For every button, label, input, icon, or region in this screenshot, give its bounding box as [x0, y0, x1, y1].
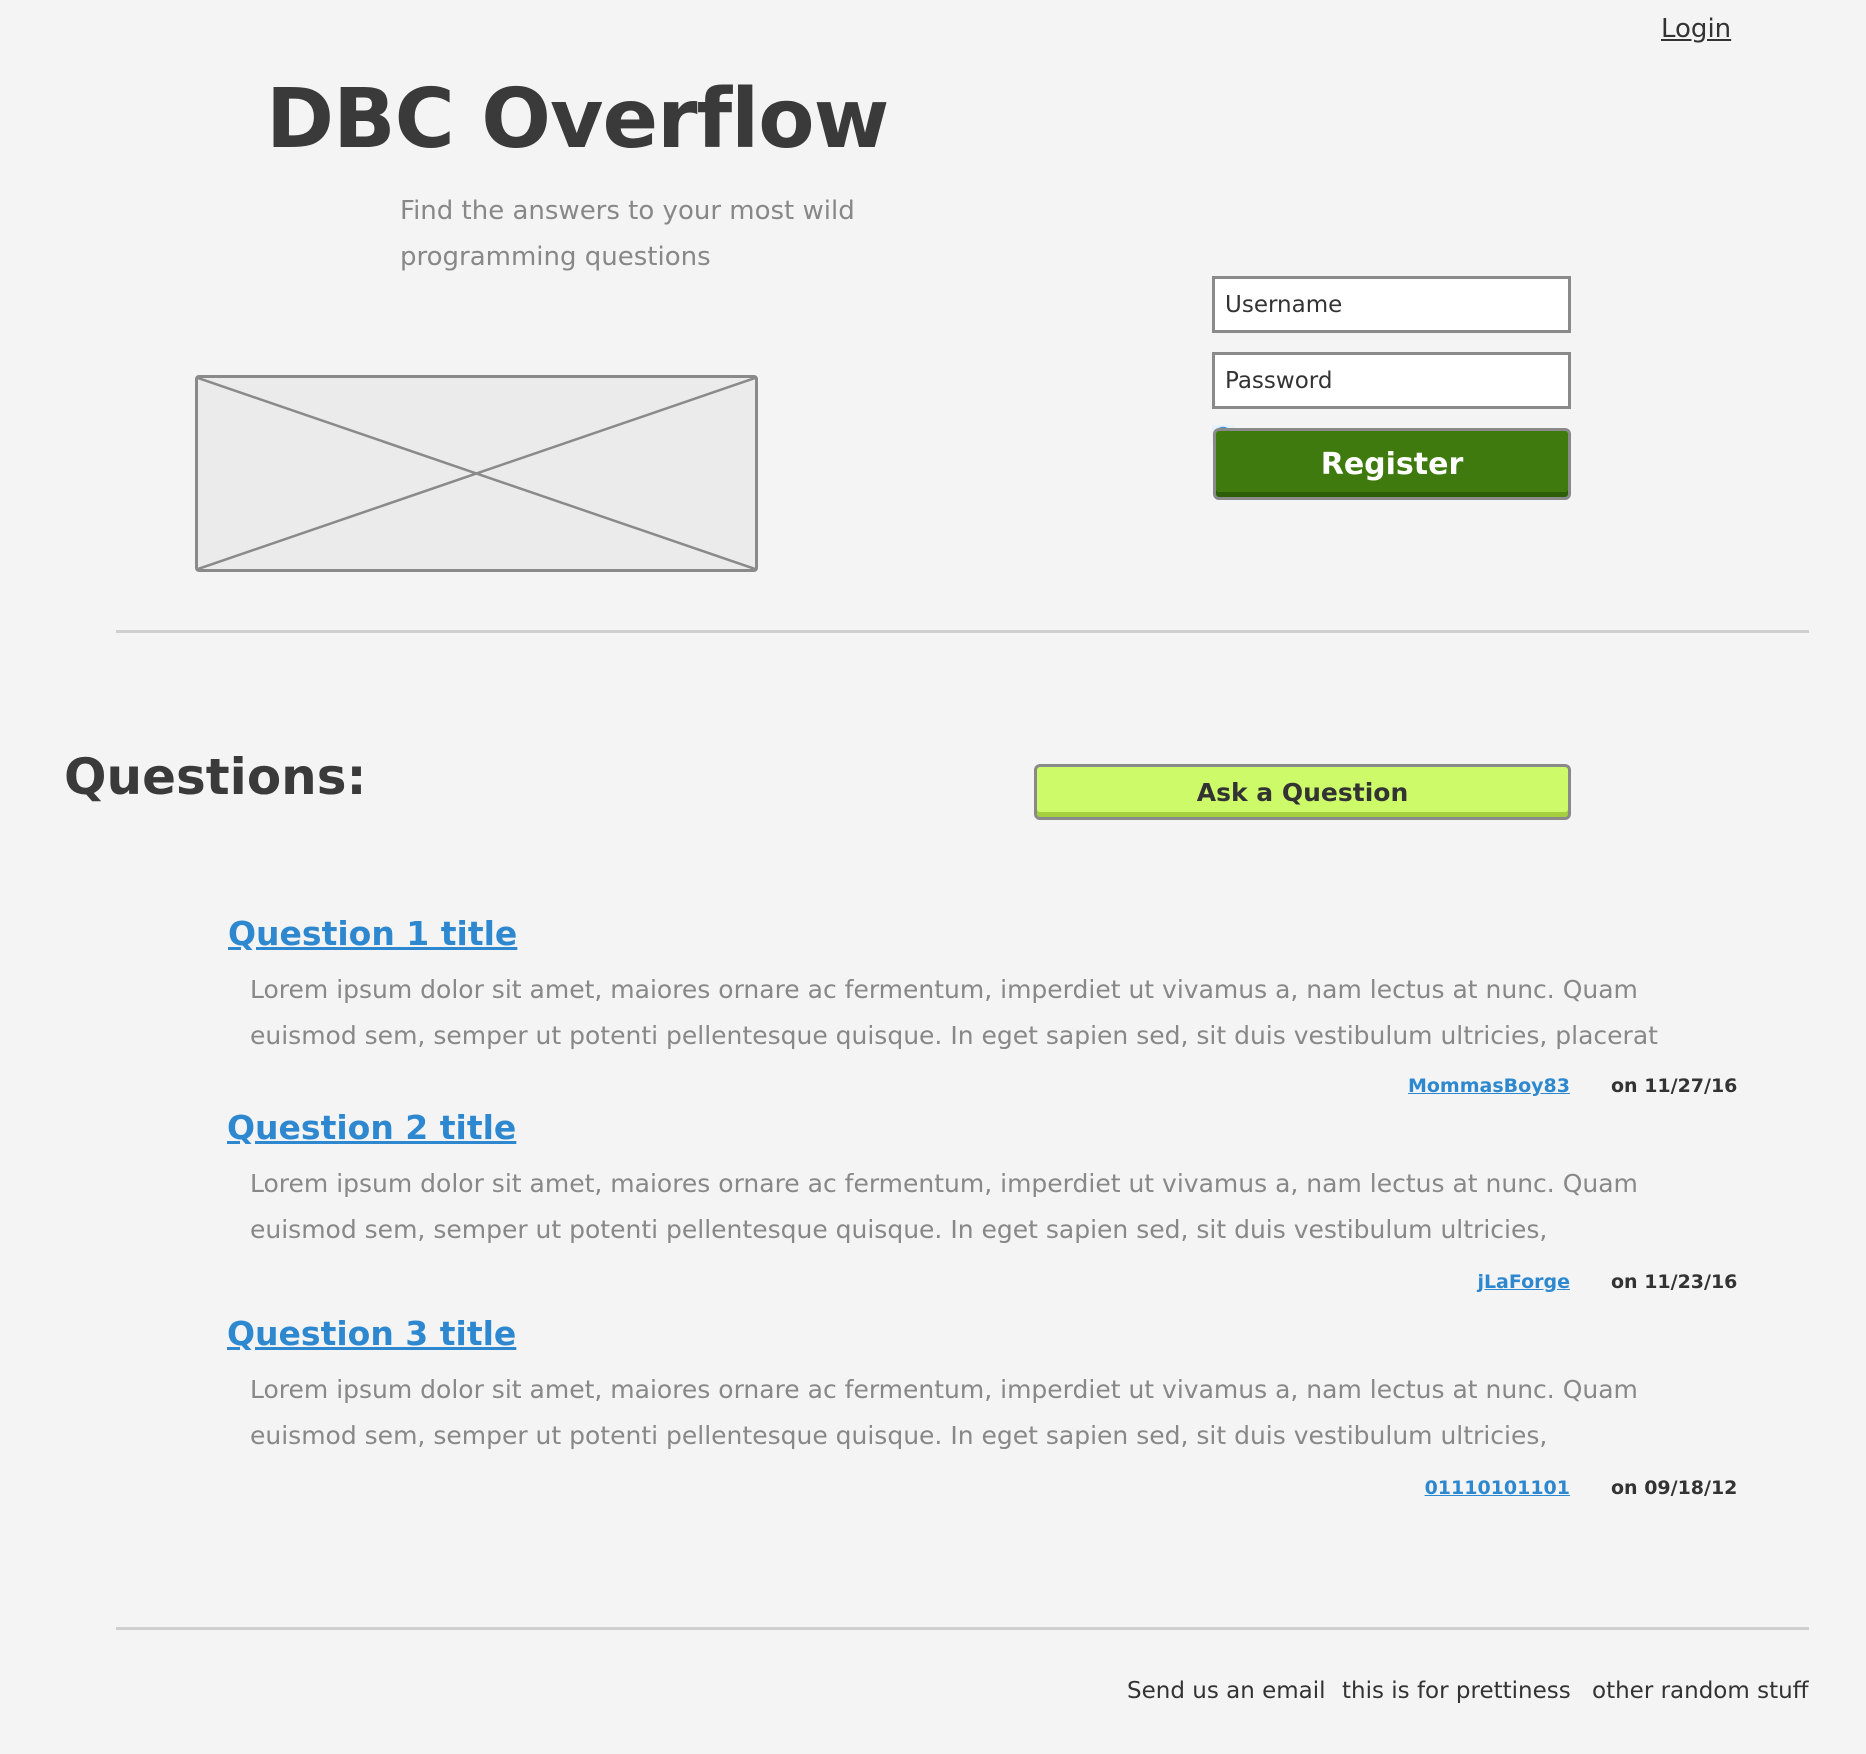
question-title-link[interactable]: Question 2 title [227, 1108, 516, 1147]
username-field[interactable] [1212, 276, 1571, 333]
register-button[interactable]: Register [1213, 428, 1571, 500]
question-author-link[interactable]: MommasBoy83 [1408, 1075, 1570, 1097]
password-field[interactable] [1212, 352, 1571, 409]
question-title-link[interactable]: Question 3 title [227, 1314, 516, 1353]
questions-heading: Questions: [64, 748, 367, 806]
ask-question-button[interactable]: Ask a Question [1034, 764, 1571, 820]
question-date: on 09/18/12 [1611, 1477, 1738, 1499]
question-date: on 11/27/16 [1611, 1075, 1738, 1097]
site-title: DBC Overflow [266, 72, 889, 167]
divider [116, 630, 1809, 633]
image-placeholder [195, 375, 758, 572]
question-excerpt: Lorem ipsum dolor sit amet, maiores orna… [250, 975, 1658, 1050]
image-placeholder-icon [198, 378, 755, 569]
question-excerpt: Lorem ipsum dolor sit amet, maiores orna… [250, 1169, 1638, 1244]
question-excerpt: Lorem ipsum dolor sit amet, maiores orna… [250, 1375, 1638, 1450]
question-author-link[interactable]: jLaForge [1477, 1271, 1570, 1293]
question-title-link[interactable]: Question 1 title [228, 914, 517, 953]
footer-link-email[interactable]: Send us an email [1127, 1678, 1326, 1704]
divider [116, 1627, 1809, 1630]
question-date: on 11/23/16 [1611, 1271, 1738, 1293]
login-link[interactable]: Login [1661, 14, 1731, 44]
question-author-link[interactable]: 01110101101 [1425, 1477, 1570, 1499]
footer-link-prettiness[interactable]: this is for prettiness [1342, 1678, 1571, 1704]
site-tagline: Find the answers to your most wild progr… [400, 196, 855, 272]
footer-link-other[interactable]: other random stuff [1592, 1678, 1809, 1704]
